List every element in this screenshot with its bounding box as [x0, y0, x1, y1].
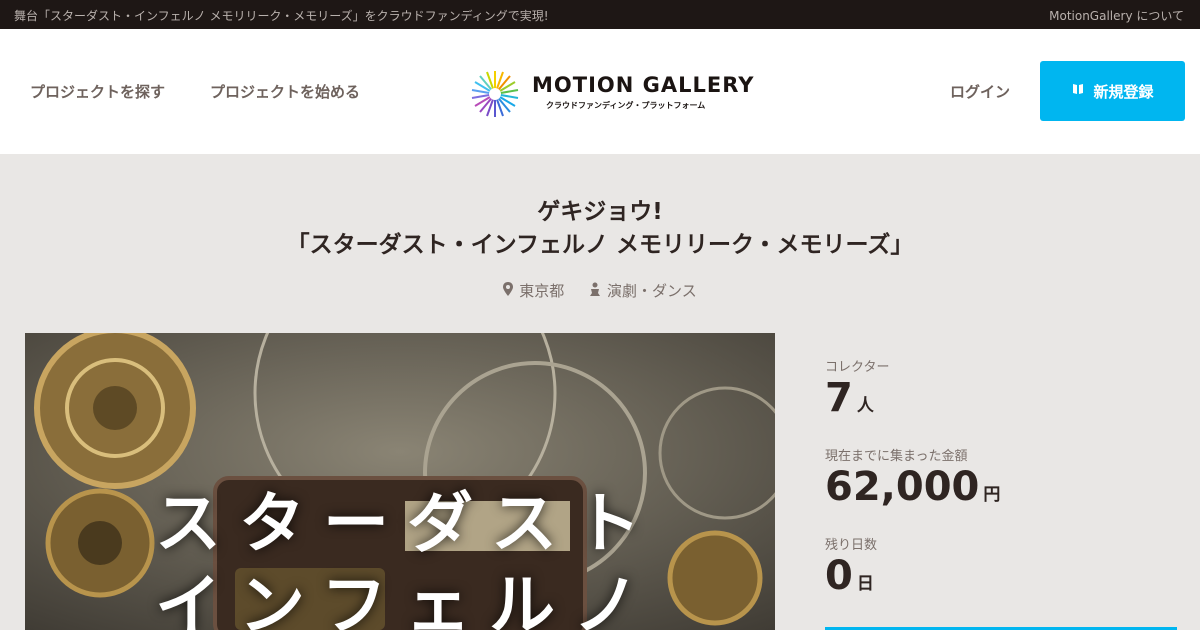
collectors-stat: 7人 [825, 375, 1175, 429]
collectors-value: 7 [825, 375, 853, 421]
find-project-link[interactable]: プロジェクトを探す [30, 81, 165, 102]
collectors-unit: 人 [856, 396, 874, 416]
days-left-value: 0 [825, 553, 853, 599]
location-label: 東京都 [519, 282, 565, 300]
hero-text-line1: スターダスト [155, 485, 659, 562]
collectors-label: コレクター [825, 360, 890, 375]
project-category[interactable]: 演劇・ダンス [589, 280, 697, 301]
signup-label: 新規登録 [1093, 82, 1154, 101]
gear-icon [667, 530, 763, 626]
amount-value: 62,000 [825, 464, 980, 510]
project-title-line1: ゲキジョウ! [537, 199, 663, 225]
about-motiongallery-link[interactable]: MotionGallery について [1049, 7, 1184, 24]
book-icon [1071, 82, 1085, 100]
project-stats: コレクター 7人 現在までに集まった金額 62,000 円 残り日数 0日 [825, 356, 1175, 623]
project-meta: 東京都 演劇・ダンス [0, 280, 1200, 301]
site-header: プロジェクトを探す プロジェクトを始める MOTION GALLERY クラウド… [0, 29, 1200, 154]
map-pin-icon [503, 281, 514, 300]
signup-button[interactable]: 新規登録 [1040, 61, 1185, 121]
category-label: 演劇・ダンス [607, 282, 697, 300]
project-location[interactable]: 東京都 [503, 280, 564, 301]
project-hero-image[interactable]: スターダスト インフェルノ [25, 333, 775, 630]
announcement-text: 舞台「スターダスト・インフェルノ メモリリーク・メモリーズ」をクラウドファンディ… [14, 9, 549, 23]
days-left-label: 残り日数 [825, 538, 878, 553]
amount-stat: 62,000 円 [825, 464, 1175, 518]
amount-label: 現在までに集まった金額 [825, 449, 968, 464]
login-link[interactable]: ログイン [950, 81, 1010, 102]
start-project-link[interactable]: プロジェクトを始める [210, 81, 360, 102]
top-announcement-bar: 舞台「スターダスト・インフェルノ メモリリーク・メモリーズ」をクラウドファンディ… [0, 0, 1200, 29]
project-title: ゲキジョウ! 「スターダスト・インフェルノ メモリリーク・メモリーズ」 [0, 196, 1200, 262]
person-icon [589, 282, 601, 300]
logo-wordmark: MOTION GALLERY [532, 73, 755, 97]
hero-text-line2: インフェルノ [155, 567, 658, 630]
logo-tagline: クラウドファンディング・プラットフォーム [546, 101, 706, 110]
logo-burst-icon [471, 71, 519, 117]
project-title-line2: 「スターダスト・インフェルノ メモリリーク・メモリーズ」 [286, 232, 914, 258]
days-left-unit: 日 [856, 574, 874, 594]
days-left-stat: 0日 [825, 553, 1175, 607]
hero-title-text: スターダスト インフェルノ [155, 483, 659, 630]
site-logo[interactable]: MOTION GALLERY クラウドファンディング・プラットフォーム [470, 69, 753, 119]
amount-unit: 円 [983, 485, 1001, 505]
